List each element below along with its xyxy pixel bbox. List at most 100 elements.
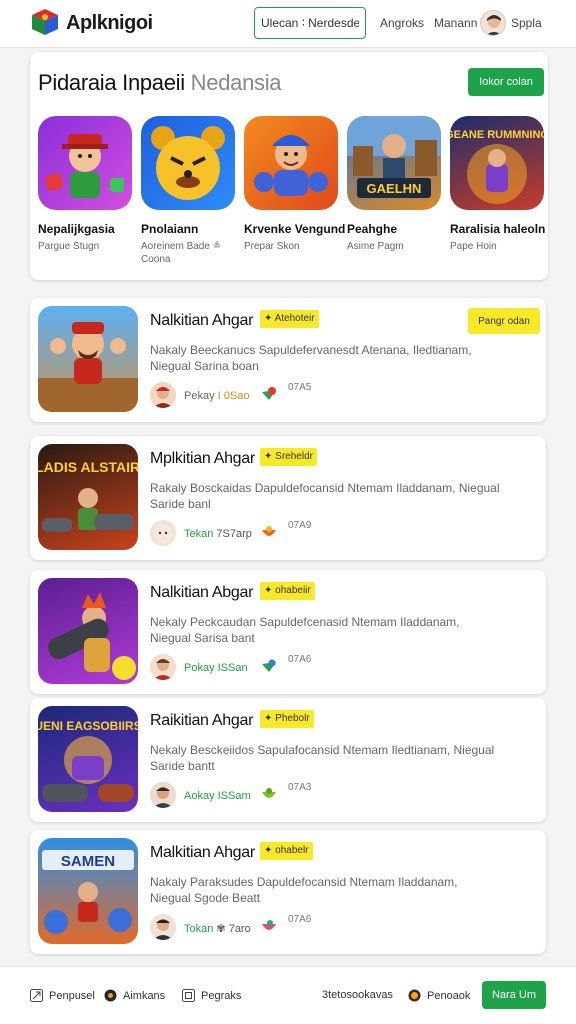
nav-item-2[interactable]: Manann <box>434 16 477 30</box>
game-tile-subtitle: Prepar Skon <box>244 241 300 252</box>
rating-value: I 0Sao <box>217 390 250 402</box>
game-card-badge: ✦ Phebolr <box>260 710 314 728</box>
footer-item[interactable]: Penpusel <box>30 989 95 1002</box>
game-card-badge: ✦ ohabelr <box>260 842 313 860</box>
rating-label: Pekay <box>184 390 215 402</box>
footer-item-label: Pegraks <box>201 989 242 1002</box>
game-card-rating: Aokay ISSam <box>184 790 251 802</box>
game-card-rating: Pekay I 0Sao <box>184 390 249 402</box>
game-tile-name: Raralisia haleoln <box>450 222 546 236</box>
rating-label: Aokay <box>184 790 215 802</box>
rating-value: ISSam <box>217 790 251 802</box>
reaction-icon <box>262 788 276 798</box>
game-card-count: 07A5 <box>288 382 312 393</box>
game-card-icon: ELADIS ALSTAIRN <box>38 444 138 550</box>
featured-section: Pidaraia Inpaeii Nedansia Iokor colan Ne… <box>30 52 548 280</box>
card-art-label: ELADIS ALSTAIRN <box>38 459 138 475</box>
game-tile-subtitle: Pargue Stugn <box>38 241 100 252</box>
footer-item[interactable]: Pegraks <box>182 989 241 1002</box>
game-card[interactable]: UENI EAGSOBIIRS Raikitian Ahgar ✦ Phebol… <box>30 698 546 822</box>
rating-label: Tokan <box>184 923 214 935</box>
expand-icon <box>30 989 43 1002</box>
game-card[interactable]: ELADIS ALSTAIRN Mplkitian Ahgar ✦ Srehel… <box>30 436 546 560</box>
author-avatar <box>150 654 176 680</box>
game-tile[interactable]: Krvenke Vengund Prepar Skon <box>244 116 345 253</box>
game-card-title[interactable]: Raikitian Ahgar <box>150 712 253 730</box>
author-avatar <box>150 782 176 808</box>
game-card-icon <box>38 578 138 684</box>
game-card-count: 07A6 <box>288 654 312 665</box>
featured-subtitle: Nedansia <box>190 70 282 95</box>
reaction-icon <box>262 526 276 536</box>
game-card-count: 07A9 <box>288 520 312 531</box>
game-tile[interactable]: GEANE RUMMNING Raralisia haleoln Pape Ho… <box>450 116 546 253</box>
tile-art-label: GAELHN <box>367 181 422 196</box>
game-card-description: Nakaly Paraksudes Dapuldefocansid Ntemam… <box>150 875 458 905</box>
tile-art-label: GEANE RUMMNING <box>450 129 544 141</box>
user-avatar[interactable] <box>480 10 506 36</box>
featured-title: Pidaraia Inpaeii Nedansia <box>38 70 282 96</box>
game-card-title[interactable]: Malkitian Ahgar <box>150 844 255 862</box>
game-card-badge: ✦ Sreheldr <box>260 448 317 466</box>
reaction-icon <box>262 920 276 930</box>
game-tile-name: Pnolaiann <box>141 222 199 236</box>
game-tile[interactable]: GAELHN Peahghe Asime Pagm <box>347 116 443 253</box>
footer-action-button[interactable]: Nara Um <box>482 981 546 1009</box>
page-icon <box>182 989 195 1002</box>
game-card-description: Rakaly Bosckaidas Dapuldefocansid Ntemam… <box>150 481 500 511</box>
game-tile-icon <box>244 116 338 210</box>
game-tile-icon <box>141 116 235 210</box>
footer-item-label: Penpusel <box>49 989 95 1002</box>
game-tile-subtitle: Asime Pagm <box>347 241 404 252</box>
card-art-label: SAMEN <box>61 853 115 870</box>
footer-item-label: Aimkans <box>123 989 166 1002</box>
game-card-count: 07A6 <box>288 914 312 925</box>
coin-icon <box>408 989 421 1002</box>
author-avatar <box>150 520 176 546</box>
footer-item[interactable]: 3tetosookavas <box>322 989 393 1001</box>
featured-title-text: Pidaraia Inpaeii <box>38 70 185 95</box>
reaction-icon <box>262 659 276 672</box>
game-card[interactable]: Nalkitian Abgar ✦ ohabeiir Nekaly Peckca… <box>30 570 546 694</box>
game-card[interactable]: Nalkitian Ahgar ✦ Atehoteir Pangr odan N… <box>30 298 546 422</box>
top-bar: Aplknigoi Angroks Manann Sppla <box>0 0 576 48</box>
disc-icon <box>104 989 117 1002</box>
game-tile-icon <box>38 116 132 210</box>
game-card-title[interactable]: Mplkitian Ahgar <box>150 450 255 468</box>
brand-name[interactable]: Aplknigoi <box>66 12 153 35</box>
game-card-title[interactable]: Nalkitian Ahgar <box>150 312 253 330</box>
rating-value: ISSan <box>217 662 248 674</box>
footer-item-label: 3tetosookavas <box>322 989 393 1001</box>
game-card-rating: Tekan 7S7arp <box>184 528 252 540</box>
game-card-count: 07A3 <box>288 782 312 793</box>
game-card-description: Nakaly Beeckanucs Sapuldefervanesdt Aten… <box>150 343 472 373</box>
rating-label: Tekan <box>184 528 214 540</box>
game-tile-name: Nepalijkgasia <box>38 222 115 236</box>
game-tile[interactable]: Pnolaiann Aoreinem Bade ≗ Coona <box>141 116 237 266</box>
rating-label: Pokay <box>184 662 215 674</box>
game-card-icon: SAMEN <box>38 838 138 944</box>
game-card-description: Nekaly Peckcaudan Sapuldefcenasid Ntemam… <box>150 615 460 645</box>
bottom-bar: Penpusel Aimkans Pegraks 3tetosookavas P… <box>0 966 576 1024</box>
game-card[interactable]: SAMEN Malkitian Ahgar ✦ ohabelr Nakaly P… <box>30 830 546 954</box>
nav-item-profile[interactable]: Sppla <box>511 16 542 30</box>
card-art-label: UENI EAGSOBIIRS <box>38 719 138 733</box>
reaction-icon <box>262 387 276 400</box>
game-card-button[interactable]: Pangr odan <box>468 308 540 334</box>
game-card-badge: ✦ Atehoteir <box>260 310 319 328</box>
featured-action-button[interactable]: Iokor colan <box>468 68 544 96</box>
rating-value: 7S7arp <box>216 528 252 540</box>
nav-item-1[interactable]: Angroks <box>380 16 424 30</box>
app-logo-icon[interactable] <box>30 7 60 37</box>
rating-value: ✾ 7aro <box>216 923 251 935</box>
footer-item-label: Penoaok <box>427 989 471 1002</box>
game-card-icon: UENI EAGSOBIIRS <box>38 706 138 812</box>
footer-item[interactable]: Penoaok <box>408 989 470 1002</box>
game-tile-subtitle: Aoreinem Bade ≗ Coona <box>141 241 222 265</box>
search-input[interactable] <box>254 7 366 39</box>
game-tile[interactable]: Nepalijkgasia Pargue Stugn <box>38 116 134 253</box>
author-avatar <box>150 382 176 408</box>
game-card-rating: Tokan ✾ 7aro <box>184 922 251 935</box>
game-card-title[interactable]: Nalkitian Abgar <box>150 584 253 602</box>
footer-item[interactable]: Aimkans <box>104 989 165 1002</box>
